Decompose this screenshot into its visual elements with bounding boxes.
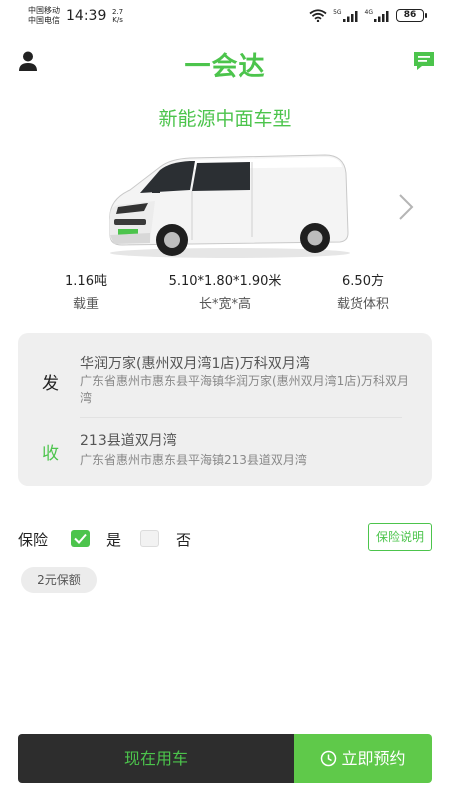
pickup-address[interactable]: 发 华润万家(惠州双月湾1店)万科双月湾 广东省惠州市惠东县平海镇华润万家(惠州… [18,333,432,417]
van-image [109,154,350,258]
dropoff-tag: 收 [42,444,59,464]
net-label-1: 5G [333,8,342,16]
dropoff-detail: 广东省惠州市惠东县平海镇213县道双月湾 [80,453,307,467]
vehicle-type-title: 新能源中面车型 [158,108,292,130]
spec-label: 载重 [72,297,99,312]
insurance-yes-checkbox[interactable] [71,530,90,547]
pickup-detail: 广东省惠州市惠东县平海镇华润万家(惠州双月湾1店)万科双月湾 [80,374,410,405]
insurance-amount-chip[interactable]: 2元保额 [21,567,97,593]
route-card: 发 华润万家(惠州双月湾1店)万科双月湾 广东省惠州市惠东县平海镇华润万家(惠州… [18,333,432,486]
insurance-yes-label[interactable]: 是 [106,529,121,550]
spec-dimensions: 5.10*1.80*1.90米 长*宽*高 [150,270,300,312]
wifi-icon [309,9,327,22]
signal-bars-icon [374,10,389,22]
insurance-no-label[interactable]: 否 [176,529,191,550]
dropoff-address[interactable]: 收 213县道双月湾 广东省惠州市惠东县平海镇213县道双月湾 [18,418,432,486]
clock-icon [321,750,337,767]
spec-value: 5.10*1.80*1.90米 [168,274,282,289]
carrier-names: 中国移动 中国电信 [28,6,60,26]
pickup-name: 华润万家(惠州双月湾1店)万科双月湾 [80,356,310,372]
book-now-button[interactable]: 立即预约 [294,734,432,783]
carrier-1: 中国移动 [28,6,60,15]
net-speed-value: 2.7 [112,8,124,16]
spec-load: 1.16吨 载重 [36,270,136,312]
book-now-label: 立即预约 [341,749,406,768]
spec-value: 6.50方 [342,274,384,289]
check-icon [74,533,87,544]
insurance-label: 保险 [18,531,49,549]
app-title: 一会达 [184,52,266,82]
chevron-right-icon[interactable] [396,192,416,222]
use-now-button[interactable]: 现在用车 [18,734,294,783]
carrier-2: 中国电信 [28,16,60,25]
spec-volume: 6.50方 载货体积 [313,270,413,312]
signal-bars-icon [342,10,358,22]
spec-label: 载货体积 [336,297,389,312]
net-speed-unit: K/s [112,16,123,24]
insurance-no-checkbox[interactable] [140,530,159,547]
dropoff-name: 213县道双月湾 [80,433,177,449]
message-icon[interactable] [412,50,436,72]
pickup-tag: 发 [42,374,59,394]
status-icons: 5G 4G 86 [309,8,427,22]
signal-icon: 5G [333,8,358,22]
battery-icon: 86 [396,9,427,22]
vehicle-specs: 1.16吨 载重 5.10*1.80*1.90米 长*宽*高 6.50方 载货体… [0,270,450,312]
status-time: 14:39 [66,8,107,24]
signal-icon: 4G [364,8,390,22]
spec-value: 1.16吨 [65,274,107,289]
spec-label: 长*宽*高 [198,297,251,312]
net-label-2: 4G [364,8,373,16]
net-speed: 2.7 K/s [112,8,123,24]
app-header: 一会达 [0,40,450,84]
insurance-info-button[interactable]: 保险说明 [368,523,432,551]
status-bar: 中国移动 中国电信 14:39 2.7 K/s 5G 4G 86 [0,0,450,34]
